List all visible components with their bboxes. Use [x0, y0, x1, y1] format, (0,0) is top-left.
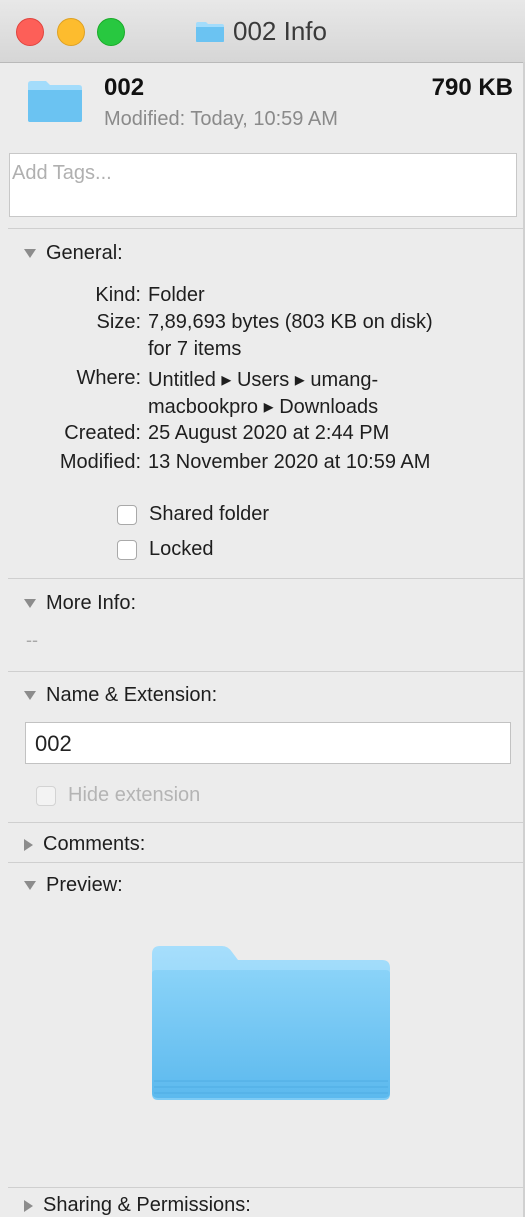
- modified-label: Modified:: [59, 451, 141, 473]
- created-label: Created:: [64, 422, 141, 444]
- hide-extension-checkbox[interactable]: Hide extension: [36, 784, 200, 807]
- section-preview-title: Preview:: [46, 874, 123, 896]
- checkbox-box[interactable]: [117, 504, 137, 525]
- checkbox-box[interactable]: [36, 785, 56, 806]
- name-field[interactable]: [25, 722, 511, 765]
- item-size: 790 KB: [431, 74, 513, 101]
- shared-folder-label: Shared folder: [149, 503, 270, 525]
- size-value-items: for 7 items: [148, 338, 242, 360]
- section-more-info-title: More Info:: [46, 592, 137, 614]
- disclosure-triangle-icon: [24, 691, 36, 700]
- divider: [8, 578, 525, 579]
- locked-checkbox[interactable]: Locked: [117, 538, 214, 561]
- size-label: Size:: [96, 311, 141, 333]
- title-bar: 002 Info: [0, 0, 525, 63]
- section-comments[interactable]: Comments:: [24, 833, 145, 856]
- where-label: Where:: [76, 367, 141, 389]
- created-value: 25 August 2020 at 2:44 PM: [148, 422, 390, 444]
- disclosure-triangle-icon: [24, 881, 36, 890]
- section-sharing-title: Sharing & Permissions:: [43, 1194, 251, 1216]
- divider: [8, 1187, 525, 1188]
- hide-extension-label: Hide extension: [68, 784, 201, 806]
- minimize-button[interactable]: [57, 18, 85, 46]
- where-value-cont: macbookpro ▸ Downloads: [148, 396, 379, 418]
- folder-icon: [196, 21, 224, 42]
- section-comments-title: Comments:: [43, 833, 146, 855]
- folder-icon: [28, 81, 82, 122]
- section-general-title: General:: [46, 242, 123, 264]
- info-window: 002 Info 002 790 KB Modified: Today, 10:…: [0, 0, 525, 1217]
- name-input[interactable]: [26, 723, 504, 765]
- item-modified: Modified: Today, 10:59 AM: [104, 108, 338, 130]
- section-preview[interactable]: Preview:: [24, 874, 123, 897]
- divider: [8, 862, 525, 863]
- window-title: 002 Info: [195, 14, 327, 48]
- modified-value: 13 November 2020 at 10:59 AM: [148, 451, 431, 473]
- section-more-info[interactable]: More Info:: [24, 592, 136, 615]
- zoom-button[interactable]: [97, 18, 125, 46]
- section-name-extension-title: Name & Extension:: [46, 684, 218, 706]
- window-title-text: 002 Info: [233, 15, 327, 46]
- section-name-extension[interactable]: Name & Extension:: [24, 684, 217, 707]
- disclosure-triangle-icon: [24, 249, 36, 258]
- divider: [8, 228, 525, 229]
- divider: [8, 822, 525, 823]
- locked-label: Locked: [149, 538, 214, 560]
- disclosure-triangle-icon: [24, 838, 33, 851]
- size-value: 7,89,693 bytes (803 KB on disk): [148, 311, 433, 333]
- section-general[interactable]: General:: [24, 242, 123, 265]
- kind-label: Kind:: [95, 284, 141, 306]
- checkbox-box[interactable]: [117, 539, 137, 560]
- disclosure-triangle-icon: [24, 1199, 33, 1212]
- section-sharing-permissions[interactable]: Sharing & Permissions:: [24, 1194, 251, 1217]
- where-value: Untitled ▸ Users ▸ umang-: [148, 369, 379, 391]
- item-name: 002: [104, 74, 145, 101]
- divider: [8, 671, 525, 672]
- tags-field[interactable]: [9, 153, 517, 217]
- disclosure-triangle-icon: [24, 599, 36, 608]
- tags-input[interactable]: [10, 154, 494, 193]
- folder-preview-image: [152, 946, 390, 1100]
- more-info-value: --: [26, 630, 38, 650]
- close-button[interactable]: [16, 18, 44, 46]
- shared-folder-checkbox[interactable]: Shared folder: [117, 503, 269, 526]
- kind-value: Folder: [148, 284, 205, 306]
